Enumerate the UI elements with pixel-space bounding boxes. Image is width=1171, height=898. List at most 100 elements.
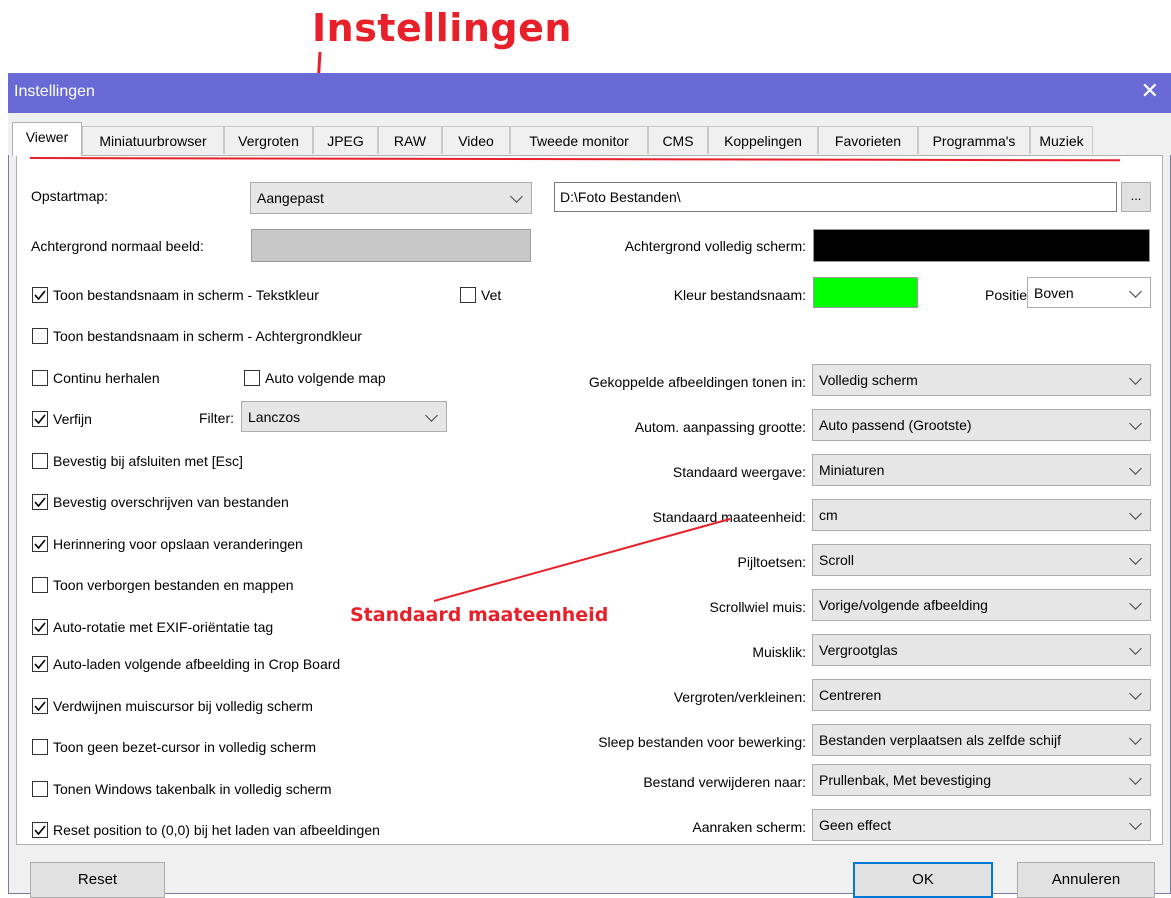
auto-load-crop-label: Auto-laden volgende afbeelding in Crop B… bbox=[53, 656, 341, 672]
chevron-down-icon bbox=[1129, 597, 1142, 610]
filter-select[interactable]: Lanczos bbox=[241, 401, 447, 432]
show-name-bg-checkbox[interactable] bbox=[32, 328, 48, 344]
remind-save-label: Herinnering voor opslaan veranderingen bbox=[53, 536, 303, 552]
ok-button[interactable]: OK bbox=[853, 862, 993, 898]
startup-path-value: D:\Foto Bestanden\ bbox=[560, 189, 681, 205]
delete-to-select[interactable]: Prullenbak, Met bevestiging bbox=[812, 764, 1151, 796]
cancel-button[interactable]: Annuleren bbox=[1017, 862, 1155, 898]
drag-files-select[interactable]: Bestanden verplaatsen als zelfde schijf bbox=[812, 724, 1151, 756]
default-unit-select[interactable]: cm bbox=[812, 499, 1151, 531]
auto-resize-select[interactable]: Auto passend (Grootste) bbox=[812, 409, 1151, 441]
linked-images-value: Volledig scherm bbox=[819, 372, 918, 388]
zoom-label: Vergroten/verkleinen: bbox=[673, 689, 806, 705]
auto-load-crop-checkbox[interactable] bbox=[32, 656, 48, 672]
auto-rotate-checkbox[interactable] bbox=[32, 619, 48, 635]
touch-screen-value: Geen effect bbox=[819, 817, 892, 833]
position-value: Boven bbox=[1034, 285, 1074, 301]
drag-files-value: Bestanden verplaatsen als zelfde schijf bbox=[819, 732, 1062, 748]
tab-programmas[interactable]: Programma's bbox=[918, 126, 1030, 154]
mouse-click-select[interactable]: Vergrootglas bbox=[812, 634, 1151, 666]
no-busy-cursor-checkbox[interactable] bbox=[32, 739, 48, 755]
arrow-keys-select[interactable]: Scroll bbox=[812, 544, 1151, 576]
title-bar: Instellingen ✕ bbox=[8, 73, 1171, 113]
touch-screen-select[interactable]: Geen effect bbox=[812, 809, 1151, 841]
auto-next-folder-label: Auto volgende map bbox=[265, 370, 386, 386]
filename-color-label: Kleur bestandsnaam: bbox=[673, 287, 806, 303]
chevron-down-icon bbox=[1129, 507, 1142, 520]
show-name-bg-label: Toon bestandsnaam in scherm - Achtergron… bbox=[53, 328, 362, 344]
chevron-down-icon bbox=[1129, 817, 1142, 830]
zoom-select[interactable]: Centreren bbox=[812, 679, 1151, 711]
delete-to-value: Prullenbak, Met bevestiging bbox=[819, 772, 991, 788]
drag-files-label: Sleep bestanden voor bewerking: bbox=[598, 734, 806, 750]
default-view-label: Standaard weergave: bbox=[672, 464, 806, 480]
no-busy-cursor-label: Toon geen bezet-cursor in volledig scher… bbox=[53, 739, 317, 755]
annotation-title: Instellingen bbox=[312, 6, 572, 50]
annotation-pointer-line bbox=[433, 518, 731, 602]
show-taskbar-checkbox[interactable] bbox=[32, 781, 48, 797]
auto-resize-value: Auto passend (Grootste) bbox=[819, 417, 972, 433]
startup-path-input[interactable]: D:\Foto Bestanden\ bbox=[554, 182, 1117, 212]
reset-position-checkbox[interactable] bbox=[32, 822, 48, 838]
refine-label: Verfijn bbox=[53, 411, 92, 427]
show-hidden-checkbox[interactable] bbox=[32, 577, 48, 593]
close-icon[interactable]: ✕ bbox=[1141, 79, 1159, 104]
show-hidden-label: Toon verborgen bestanden en mappen bbox=[53, 577, 294, 593]
delete-to-label: Bestand verwijderen naar: bbox=[643, 774, 806, 790]
remind-save-checkbox[interactable] bbox=[32, 536, 48, 552]
auto-resize-label: Autom. aanpassing grootte: bbox=[634, 419, 806, 435]
chevron-down-icon bbox=[1129, 687, 1142, 700]
filter-label: Filter: bbox=[199, 410, 234, 426]
hide-cursor-checkbox[interactable] bbox=[32, 698, 48, 714]
tab-favorieten[interactable]: Favorieten bbox=[818, 126, 918, 154]
startup-mode-select[interactable]: Aangepast bbox=[250, 182, 532, 214]
startup-mode-value: Aangepast bbox=[257, 190, 324, 206]
filter-value: Lanczos bbox=[248, 409, 301, 425]
position-select[interactable]: Boven bbox=[1027, 277, 1151, 308]
default-view-select[interactable]: Miniaturen bbox=[812, 454, 1151, 486]
filename-color-swatch[interactable] bbox=[813, 277, 918, 308]
bg-normal-color-swatch[interactable] bbox=[251, 229, 531, 262]
tab-muziek[interactable]: Muziek bbox=[1030, 126, 1093, 154]
browse-button[interactable]: ... bbox=[1121, 182, 1151, 212]
bg-normal-label: Achtergrond normaal beeld: bbox=[31, 238, 204, 254]
tab-koppelingen[interactable]: Koppelingen bbox=[708, 126, 818, 154]
zoom-value: Centreren bbox=[819, 687, 882, 703]
startup-folder-label: Opstartmap: bbox=[31, 188, 109, 204]
tab-tweede-monitor[interactable]: Tweede monitor bbox=[510, 126, 648, 154]
chevron-down-icon bbox=[1129, 552, 1142, 565]
linked-images-select[interactable]: Volledig scherm bbox=[812, 364, 1151, 396]
show-taskbar-label: Tonen Windows takenbalk in volledig sche… bbox=[53, 781, 332, 797]
chevron-down-icon bbox=[1129, 285, 1142, 298]
loop-checkbox[interactable] bbox=[32, 370, 48, 386]
reset-button[interactable]: Reset bbox=[30, 862, 165, 898]
confirm-esc-checkbox[interactable] bbox=[32, 453, 48, 469]
tab-jpeg[interactable]: JPEG bbox=[313, 126, 378, 154]
annotation-standard-unit: Standaard maateenheid bbox=[350, 604, 609, 626]
tab-miniatuurbrowser[interactable]: Miniatuurbrowser bbox=[82, 126, 224, 154]
confirm-overwrite-checkbox[interactable] bbox=[32, 494, 48, 510]
touch-screen-label: Aanraken scherm: bbox=[692, 819, 806, 835]
mouse-wheel-select[interactable]: Vorige/volgende afbeelding bbox=[812, 589, 1151, 621]
mouse-click-label: Muisklik: bbox=[752, 644, 806, 660]
tab-raw[interactable]: RAW bbox=[378, 126, 442, 154]
window-title: Instellingen bbox=[14, 83, 95, 100]
position-label: Positie: bbox=[985, 287, 1031, 303]
show-name-text-checkbox[interactable] bbox=[32, 287, 48, 303]
linked-images-label: Gekoppelde afbeeldingen tonen in: bbox=[588, 374, 806, 390]
refine-checkbox[interactable] bbox=[32, 411, 48, 427]
confirm-esc-label: Bevestig bij afsluiten met [Esc] bbox=[53, 453, 243, 469]
auto-next-folder-checkbox[interactable] bbox=[244, 370, 260, 386]
tab-vergroten[interactable]: Vergroten bbox=[224, 126, 313, 154]
confirm-overwrite-label: Bevestig overschrijven van bestanden bbox=[53, 494, 289, 510]
bold-checkbox[interactable] bbox=[460, 287, 476, 303]
chevron-down-icon bbox=[1129, 417, 1142, 430]
tab-video[interactable]: Video bbox=[442, 126, 510, 154]
arrow-keys-value: Scroll bbox=[819, 552, 855, 568]
tab-cms[interactable]: CMS bbox=[648, 126, 708, 154]
tab-viewer[interactable]: Viewer bbox=[12, 122, 82, 156]
chevron-down-icon bbox=[1129, 462, 1142, 475]
bg-full-color-swatch[interactable] bbox=[813, 229, 1150, 262]
mouse-click-value: Vergrootglas bbox=[819, 642, 898, 658]
default-unit-value: cm bbox=[819, 507, 838, 523]
